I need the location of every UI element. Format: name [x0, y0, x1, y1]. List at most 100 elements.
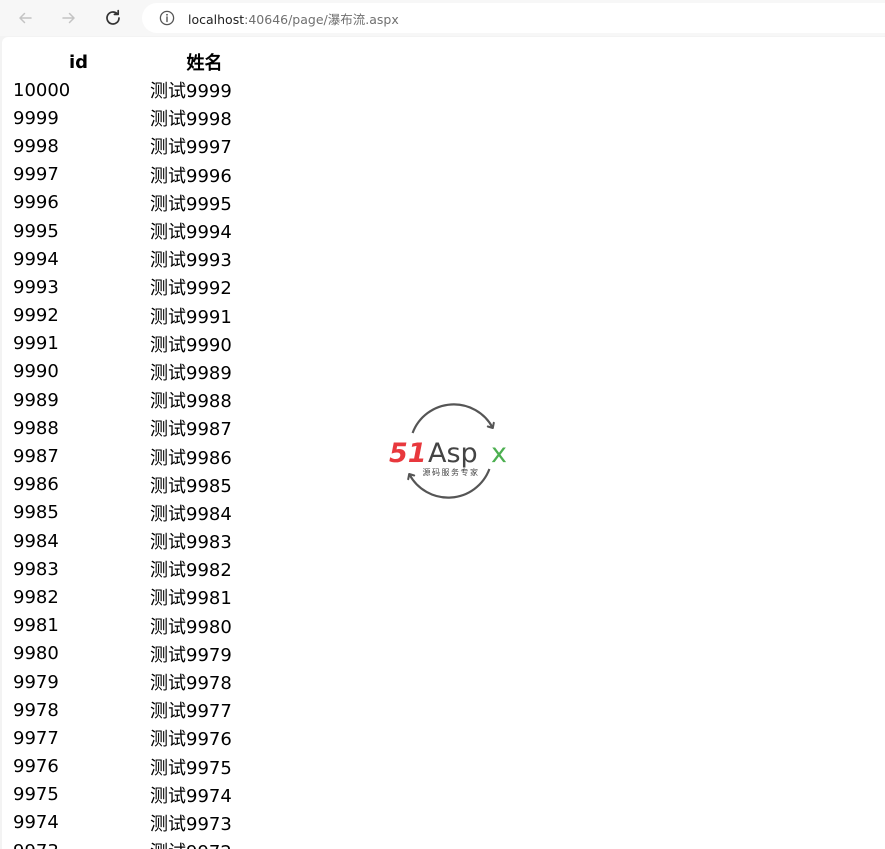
table-row: 9975 测试9974	[10, 781, 262, 809]
table-row: 9989 测试9988	[10, 386, 262, 414]
table-row: 9999 测试9998	[10, 104, 262, 132]
reload-icon	[106, 9, 120, 25]
cell-id: 10000	[13, 79, 71, 101]
table-row: 9993 测试9992	[10, 273, 262, 301]
table-header-row: id 姓名	[10, 48, 262, 76]
table-body: 10000 测试9999 9999 测试9998 9998 测试9997 9997 测试999…	[10, 76, 262, 849]
cell-name: 测试9983	[150, 532, 232, 554]
page-viewport: id 姓名 10000 测试9999 9999 测试9998 9998 测试9997 999…	[2, 37, 885, 849]
logo-text-red: 51	[389, 438, 427, 469]
cell-name: 测试9989	[150, 362, 232, 384]
cell-id: 9997	[13, 164, 59, 186]
cell-name: 测试9993	[150, 250, 232, 272]
column-header-name: 姓名	[186, 53, 223, 74]
cell-id: 9975	[13, 784, 59, 806]
table-row: 10000 测试9999	[10, 76, 262, 104]
cell-name: 测试9972	[147, 837, 262, 849]
table-row: 9986 测试9985	[10, 471, 262, 499]
cell-id: 9983	[13, 558, 59, 580]
cell-name: 测试9990	[150, 334, 232, 356]
logo-text-green: x	[491, 438, 507, 469]
browser-toolbar: localhost:40646/page/瀑布流.aspx	[0, 0, 885, 36]
cell-name: 测试9977	[150, 701, 232, 723]
cell-id: 9988	[13, 417, 59, 439]
arrow-left-icon	[19, 12, 32, 24]
cell-name: 测试9975	[150, 757, 232, 779]
cell-name: 测试9974	[150, 785, 232, 807]
table-row: 9992 测试9991	[10, 302, 262, 330]
table-row: 9984 测试9983	[10, 527, 262, 555]
cell-name: 测试9992	[150, 278, 232, 300]
table-row: 9976 测试9975	[10, 753, 262, 781]
cell-name: 测试9988	[150, 391, 232, 413]
info-icon[interactable]	[159, 10, 175, 26]
cell-id: 9987	[13, 446, 59, 468]
logo-text-dark: Asp	[428, 438, 478, 469]
cell-id: 9974	[13, 812, 59, 834]
table-row: 9979 测试9978	[10, 668, 262, 696]
cell-id: 9982	[13, 586, 59, 608]
cell-id: 9980	[13, 643, 59, 665]
cell-name: 测试9991	[150, 306, 232, 328]
cell-id: 9976	[13, 756, 59, 778]
cell-name: 测试9987	[150, 419, 232, 441]
cell-name: 测试9984	[150, 503, 232, 525]
table-row: 9983 测试9982	[10, 555, 262, 583]
back-button[interactable]	[11, 4, 39, 32]
arrow-right-icon	[62, 12, 75, 24]
table-row: 9995 测试9994	[10, 217, 262, 245]
cell-id: 9999	[13, 107, 59, 129]
cell-name: 测试9997	[150, 137, 232, 159]
cell-name: 测试9998	[150, 109, 232, 131]
url-host: localhost	[188, 11, 245, 27]
cell-name: 测试9999	[150, 81, 232, 103]
url-text[interactable]: localhost:40646/page/瀑布流.aspx	[188, 9, 399, 28]
cell-name: 测试9976	[150, 729, 232, 751]
forward-button[interactable]	[55, 4, 83, 32]
address-bar[interactable]: localhost:40646/page/瀑布流.aspx	[142, 3, 885, 33]
cell-id: 9993	[13, 276, 59, 298]
url-path: :40646/page/瀑布流.aspx	[244, 11, 399, 27]
table-row: 9973测试9972	[10, 837, 262, 849]
cell-name: 测试9980	[150, 616, 232, 638]
table-row: 9982 测试9981	[10, 583, 262, 611]
table-row: 9990 测试9989	[10, 358, 262, 386]
data-table: id 姓名 10000 测试9999 9999 测试9998 9998 测试9997 999…	[10, 48, 262, 849]
table-row: 9974 测试9973	[10, 809, 262, 837]
cell-id: 9979	[13, 671, 59, 693]
table-row: 9988 测试9987	[10, 414, 262, 442]
cell-name: 测试9979	[150, 644, 232, 666]
cell-id: 9994	[13, 248, 59, 270]
cell-id: 9998	[13, 135, 59, 157]
reload-button[interactable]	[99, 4, 127, 32]
table-row: 9994 测试9993	[10, 245, 262, 273]
watermark-logo: 51 Asp x 源码服务专家	[389, 403, 507, 499]
table-row: 9980 测试9979	[10, 640, 262, 668]
table-row: 9977 测试9976	[10, 724, 262, 752]
table-row: 9981 测试9980	[10, 612, 262, 640]
cell-name: 测试9985	[150, 475, 232, 497]
table-row: 9996 测试9995	[10, 189, 262, 217]
cell-id: 9995	[13, 220, 59, 242]
cell-id: 9985	[13, 502, 59, 524]
cell-id: 9996	[13, 192, 59, 214]
table-row: 9985 测试9984	[10, 499, 262, 527]
table-row: 9998 测试9997	[10, 132, 262, 160]
cell-name: 测试9995	[150, 193, 232, 215]
cell-id: 9989	[13, 389, 59, 411]
table-row: 9991 测试9990	[10, 330, 262, 358]
cell-id: 9977	[13, 727, 59, 749]
logo-tagline: 源码服务专家	[423, 467, 480, 477]
cell-id: 9990	[13, 361, 59, 383]
cell-id: 9973	[10, 837, 147, 849]
cell-name: 测试9973	[150, 813, 232, 835]
cell-id: 9984	[13, 530, 59, 552]
cell-id: 9991	[13, 333, 59, 355]
cell-id: 9986	[13, 474, 59, 496]
table-row: 9997 测试9996	[10, 161, 262, 189]
cell-name: 测试9986	[150, 447, 232, 469]
table-row: 9978 测试9977	[10, 696, 262, 724]
cell-id: 9992	[13, 305, 59, 327]
cell-id: 9981	[13, 615, 59, 637]
cell-name: 测试9981	[150, 588, 232, 610]
